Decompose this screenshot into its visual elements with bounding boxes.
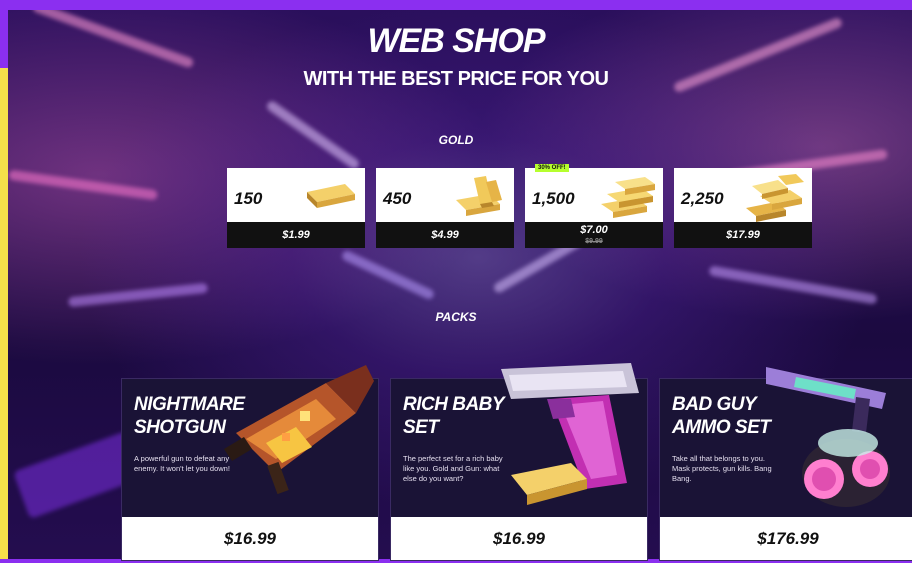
gold-card-2250[interactable]: 2,250 $17.99 bbox=[674, 168, 812, 248]
gold-card-450[interactable]: 450 $4.99 bbox=[376, 168, 514, 248]
packs-section-label: PACKS bbox=[435, 310, 477, 324]
gold-price: $17.99 bbox=[674, 222, 812, 248]
pack-description: The perfect set for a rich baby like you… bbox=[403, 454, 503, 483]
gold-amount: 2,250 bbox=[681, 189, 724, 208]
light-streak bbox=[708, 265, 878, 305]
gold-price: $1.99 bbox=[227, 222, 365, 248]
pack-price: $16.99 bbox=[122, 517, 378, 560]
gold-card-1500[interactable]: 30% OFF! 1,500 $7.00 $9.99 bbox=[525, 164, 663, 248]
gold-card-150[interactable]: 150 $1.99 bbox=[227, 168, 365, 248]
pack-price: $176.99 bbox=[660, 517, 912, 560]
rifle-and-mask-icon bbox=[766, 367, 890, 507]
page-title: WEB SHOP bbox=[367, 22, 545, 60]
gold-pile-icon bbox=[746, 174, 804, 222]
pack-card-bad-guy-ammo-set[interactable]: BAD GUY AMMO SET Take all that belongs t… bbox=[659, 367, 912, 561]
pack-price: $16.99 bbox=[391, 517, 647, 560]
discount-badge: 30% OFF! bbox=[535, 164, 569, 172]
gold-bar-icon bbox=[307, 184, 355, 208]
pack-card-nightmare-shotgun[interactable]: NIGHTMARE SHOTGUN A powerful gun to defe… bbox=[121, 365, 379, 561]
light-streak bbox=[8, 169, 158, 201]
pack-description: Take all that belongs to you. Mask prote… bbox=[672, 454, 772, 483]
shotgun-icon bbox=[224, 365, 374, 495]
gold-old-price: $9.99 bbox=[585, 238, 603, 245]
light-streak bbox=[67, 282, 209, 308]
light-streak bbox=[340, 249, 436, 301]
gold-price: $4.99 bbox=[376, 222, 514, 248]
pistol-icon bbox=[501, 363, 639, 505]
gold-price-box: $7.00 $9.99 bbox=[525, 222, 663, 248]
gold-amount: 150 bbox=[234, 189, 263, 208]
gold-price: $7.00 bbox=[580, 224, 608, 236]
page-subtitle: WITH THE BEST PRICE FOR YOU bbox=[303, 68, 609, 90]
gold-amount: 1,500 bbox=[532, 189, 575, 208]
gold-amount: 450 bbox=[383, 189, 412, 208]
pack-card-rich-baby-set[interactable]: RICH BABY SET The perfect set for a rich… bbox=[390, 363, 648, 561]
frame-top bbox=[0, 0, 912, 10]
gold-bars-icon bbox=[456, 176, 502, 216]
gold-section-label: GOLD bbox=[438, 133, 474, 147]
gold-stack-icon bbox=[601, 177, 655, 218]
